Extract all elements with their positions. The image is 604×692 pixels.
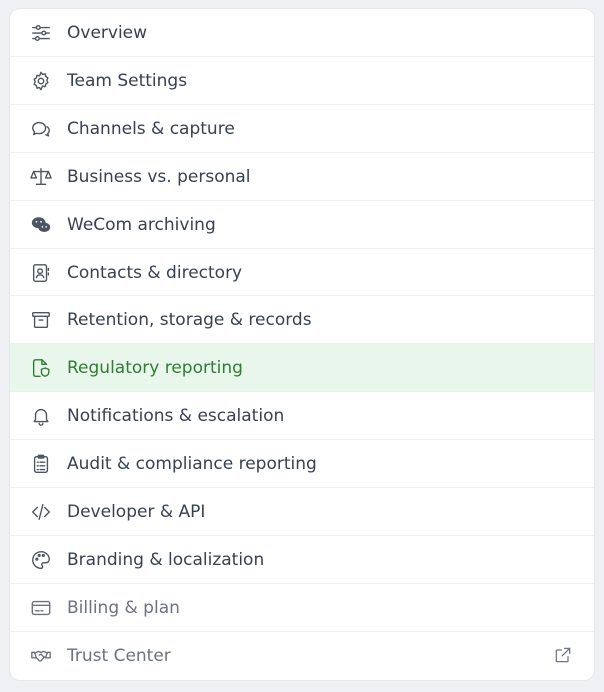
menu-item-retention-storage-records[interactable]: Retention, storage & records [10,296,594,344]
menu-item-label: Notifications & escalation [67,406,285,426]
menu-item-notifications-escalation[interactable]: Notifications & escalation [10,392,594,440]
menu-item-billing-plan[interactable]: Billing & plan [10,584,594,632]
menu-item-label: Branding & localization [67,550,265,570]
external-link-icon[interactable] [553,645,575,667]
menu-item-overview[interactable]: Overview [10,9,594,57]
menu-item-label: Billing & plan [67,598,180,618]
bell-icon [29,404,53,428]
sliders-icon [29,21,53,45]
menu-item-label: Developer & API [67,502,206,522]
menu-item-regulatory-reporting[interactable]: Regulatory reporting [10,344,594,392]
menu-item-label: Overview [67,23,148,43]
code-icon [29,500,53,524]
wechat-icon [29,213,53,237]
archive-box-icon [29,308,53,332]
gear-icon [29,69,53,93]
menu-item-label: Audit & compliance reporting [67,454,317,474]
chat-bubbles-icon [29,117,53,141]
menu-item-label: Business vs. personal [67,167,251,187]
menu-item-label: Regulatory reporting [67,358,243,378]
palette-icon [29,548,53,572]
menu-item-wecom-archiving[interactable]: WeCom archiving [10,201,594,249]
menu-item-audit-compliance-reporting[interactable]: Audit & compliance reporting [10,440,594,488]
credit-card-icon [29,596,53,620]
menu-item-branding-localization[interactable]: Branding & localization [10,536,594,584]
menu-item-business-personal[interactable]: Business vs. personal [10,153,594,201]
menu-item-label: Contacts & directory [67,262,243,283]
document-shield-icon [29,356,53,380]
menu-item-label: Channels & capture [67,119,235,139]
menu-item-team-settings[interactable]: Team Settings [10,57,594,105]
menu-item-developer-api[interactable]: Developer & API [10,488,594,536]
scale-icon [29,165,53,189]
menu-item-contacts-directory[interactable]: Contacts & directory [10,249,594,296]
menu-item-trust-center[interactable]: Trust Center [10,632,594,680]
menu-item-label: WeCom archiving [67,215,216,235]
menu-item-channels-capture[interactable]: Channels & capture [10,105,594,153]
menu-item-label: Retention, storage & records [67,310,312,330]
menu-item-label: Trust Center [67,646,171,666]
clipboard-list-icon [29,452,53,476]
settings-menu: Overview Team Settings Channels & captur… [10,9,594,680]
menu-item-label: Team Settings [67,71,188,91]
handshake-icon [29,644,53,668]
contact-book-icon [29,261,53,285]
